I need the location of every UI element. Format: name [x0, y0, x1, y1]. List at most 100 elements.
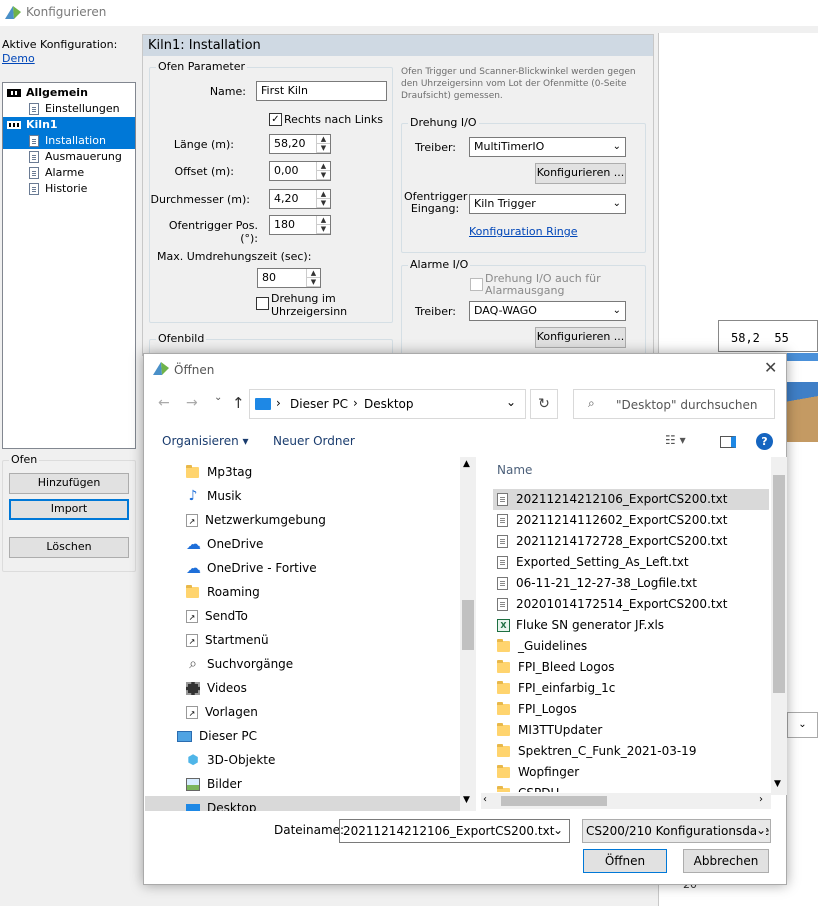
tree-item-alarme[interactable]: Alarme: [3, 165, 135, 181]
treiber-select[interactable]: MultiTimerIO ⌄: [469, 137, 626, 157]
nav-item-roaming[interactable]: Roaming: [145, 580, 463, 604]
scroll-up-icon[interactable]: ▲: [463, 459, 470, 469]
file-scroll-thumb[interactable]: [773, 475, 785, 693]
tree-item-historie[interactable]: Historie: [3, 181, 135, 197]
nav-item-mp3tag[interactable]: Mp3tag: [145, 460, 463, 484]
open-button[interactable]: Öffnen: [583, 849, 667, 873]
file-item[interactable]: _Guidelines: [493, 636, 769, 657]
navigation-pane[interactable]: Mp3tag ♪ Musik ↗ Netzwerkumgebung ☁ OneDrive ☁ O…: [145, 457, 463, 811]
nav-item-netzwerkumgebung[interactable]: ↗ Netzwerkumgebung: [145, 508, 463, 532]
config-tree[interactable]: Allgemein Einstellungen Kiln1 Installation A…: [2, 82, 136, 449]
file-scrollbar[interactable]: ▼: [771, 457, 787, 795]
up-arrow-icon[interactable]: ↑: [232, 394, 245, 412]
zoom-dropdown[interactable]: ⌄: [787, 712, 818, 738]
alarm-output-checkbox[interactable]: [470, 278, 483, 291]
refresh-icon[interactable]: ↻: [530, 389, 558, 419]
offset-stepper[interactable]: 0,00 ▲ ▼: [269, 161, 331, 181]
clockwise-label: Drehung im Uhrzeigersinn: [271, 292, 348, 318]
breadcrumb-dieser-pc[interactable]: Dieser PC: [290, 397, 348, 411]
import-button[interactable]: Import: [9, 499, 129, 520]
file-item[interactable]: 20211214212106_ExportCS200.txt: [493, 489, 769, 510]
scroll-left-icon[interactable]: ‹: [483, 794, 487, 805]
scroll-down-icon[interactable]: ▼: [774, 779, 781, 789]
nav-item-suchvorgänge[interactable]: ⌕ Suchvorgänge: [145, 652, 463, 676]
file-item[interactable]: FPI_einfarbig_1c: [493, 678, 769, 699]
address-chevron-icon[interactable]: ⌄: [506, 395, 516, 409]
file-item[interactable]: Wopfinger: [493, 762, 769, 783]
preview-pane-icon[interactable]: [720, 436, 736, 448]
add-button[interactable]: Hinzufügen: [9, 473, 129, 494]
tree-item-installation[interactable]: Installation: [3, 133, 135, 149]
close-icon[interactable]: ✕: [764, 358, 777, 377]
file-list[interactable]: 20211214212106_ExportCS200.txt 2021121411…: [493, 487, 771, 792]
treiber2-value: DAQ-WAGO: [474, 304, 537, 317]
nav-item-musik[interactable]: ♪ Musik: [145, 484, 463, 508]
treiber2-select[interactable]: DAQ-WAGO ⌄: [469, 301, 626, 321]
nav-item-desktop[interactable]: Desktop: [145, 796, 463, 811]
scroll-down-icon[interactable]: ▼: [463, 795, 470, 805]
new-folder-button[interactable]: Neuer Ordner: [273, 434, 355, 448]
konfig-ringe-link[interactable]: Konfiguration Ringe: [469, 225, 578, 238]
delete-button[interactable]: Löschen: [9, 537, 129, 558]
filename-input[interactable]: 20211214212106_ExportCS200.txt ⌄: [339, 819, 570, 843]
breadcrumb-desktop[interactable]: Desktop: [364, 397, 414, 411]
clockwise-checkbox[interactable]: [256, 297, 269, 310]
nav-scroll-thumb[interactable]: [462, 600, 474, 650]
file-hscrollbar[interactable]: ‹ ›: [481, 793, 771, 809]
tree-item-allgemein[interactable]: Allgemein: [3, 85, 135, 101]
scroll-right-icon[interactable]: ›: [759, 794, 763, 805]
file-item[interactable]: FPI_Bleed Logos: [493, 657, 769, 678]
folder-icon: [497, 681, 510, 694]
nav-item-3d-objekte[interactable]: ⬢ 3D-Objekte: [145, 748, 463, 772]
max-time-stepper[interactable]: 80 ▲ ▼: [257, 268, 321, 288]
file-item[interactable]: 06-11-21_12-27-38_Logfile.txt: [493, 573, 769, 594]
search-box[interactable]: ⌕ "Desktop" durchsuchen: [573, 389, 775, 419]
file-item[interactable]: 20201014172514_ExportCS200.txt: [493, 594, 769, 615]
address-bar[interactable]: › Dieser PC › Desktop ⌄: [249, 389, 526, 419]
cancel-button[interactable]: Abbrechen: [683, 849, 769, 873]
file-item[interactable]: FPI_Logos: [493, 699, 769, 720]
column-header-name[interactable]: Name: [497, 463, 532, 477]
nav-item-dieser-pc[interactable]: Dieser PC: [145, 724, 463, 748]
tree-item-ausmauerung[interactable]: Ausmauerung: [3, 149, 135, 165]
file-hscroll-thumb[interactable]: [501, 796, 607, 806]
durchmesser-stepper[interactable]: 4,20 ▲ ▼: [269, 189, 331, 209]
filetype-select[interactable]: CS200/210 Konfigurationsdatei ⌄: [582, 819, 771, 843]
rechts-nach-links-checkbox[interactable]: ✓: [269, 113, 282, 126]
file-item[interactable]: CSPDU: [493, 783, 769, 792]
recent-chevron-icon[interactable]: ⌄: [214, 392, 222, 403]
active-config-link[interactable]: Demo: [2, 52, 35, 65]
trigger-input-value: Kiln Trigger: [474, 197, 536, 210]
nav-item-onedrive[interactable]: ☁ OneDrive: [145, 532, 463, 556]
file-item[interactable]: 20211214112602_ExportCS200.txt: [493, 510, 769, 531]
nav-item-videos[interactable]: Videos: [145, 676, 463, 700]
trigger-pos-stepper[interactable]: 180 ▲ ▼: [269, 215, 331, 235]
view-options-icon[interactable]: ☷ ▾: [665, 433, 686, 447]
nav-item-startmenü[interactable]: ↗ Startmenü: [145, 628, 463, 652]
file-item[interactable]: Spektren_C_Funk_2021-03-19: [493, 741, 769, 762]
file-item[interactable]: 20211214172728_ExportCS200.txt: [493, 531, 769, 552]
konfigurieren-button[interactable]: Konfigurieren ...: [535, 163, 626, 184]
trigger-pos-value: 180: [274, 218, 295, 231]
text-file-icon: [497, 598, 508, 611]
konfigurieren2-button[interactable]: Konfigurieren ...: [535, 327, 626, 348]
trigger-input-select[interactable]: Kiln Trigger ⌄: [469, 194, 626, 214]
file-item[interactable]: Exported_Setting_As_Left.txt: [493, 552, 769, 573]
nav-item-onedrive-fortive[interactable]: ☁ OneDrive - Fortive: [145, 556, 463, 580]
window-title: Konfigurieren: [26, 5, 107, 19]
nav-item-label: Mp3tag: [207, 465, 253, 479]
file-item[interactable]: X Fluke SN generator JF.xls: [493, 615, 769, 636]
help-icon[interactable]: ?: [756, 433, 773, 450]
tree-item-kiln1[interactable]: Kiln1: [3, 117, 135, 133]
back-arrow-icon[interactable]: ←: [158, 395, 170, 411]
nav-item-vorlagen[interactable]: ↗ Vorlagen: [145, 700, 463, 724]
name-field[interactable]: First Kiln: [256, 81, 387, 101]
nav-item-bilder[interactable]: Bilder: [145, 772, 463, 796]
organize-menu[interactable]: Organisieren ▾: [162, 434, 249, 448]
laenge-stepper[interactable]: 58,20 ▲ ▼: [269, 134, 331, 154]
file-item[interactable]: MI3TTUpdater: [493, 720, 769, 741]
tree-item-einstellungen[interactable]: Einstellungen: [3, 101, 135, 117]
nav-item-sendto[interactable]: ↗ SendTo: [145, 604, 463, 628]
nav-scrollbar[interactable]: ▲ ▼: [460, 457, 476, 811]
forward-arrow-icon[interactable]: →: [186, 395, 198, 411]
